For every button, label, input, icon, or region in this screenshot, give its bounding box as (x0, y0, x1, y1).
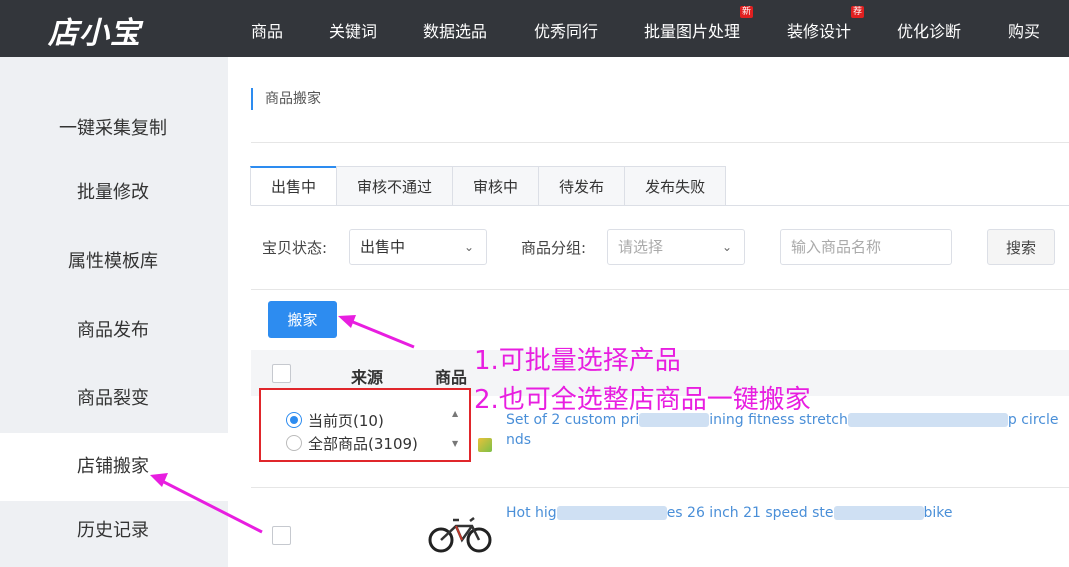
search-button[interactable]: 搜索 (987, 229, 1055, 265)
scroll-up-icon[interactable]: ▲ (452, 409, 458, 418)
sidebar-item-one-click-collect[interactable]: 一键采集复制 (0, 105, 228, 153)
group-select-placeholder: 请选择 (618, 238, 664, 256)
tab-pending-publish[interactable]: 待发布 (538, 166, 626, 206)
tab-under-review[interactable]: 审核中 (452, 166, 540, 206)
status-tabs: 出售中 审核不通过 审核中 待发布 发布失败 (250, 166, 727, 206)
breadcrumb: 商品搬家 (251, 88, 321, 110)
group-filter-label: 商品分组: (521, 239, 587, 257)
nav-item-keywords[interactable]: 关键词 (329, 18, 377, 42)
move-button[interactable]: 搬家 (268, 301, 337, 338)
brand-logo[interactable]: 店小宝 (48, 8, 141, 52)
status-select-value: 出售中 (360, 238, 406, 256)
option-current-page[interactable]: 当前页(10) (286, 410, 384, 431)
select-all-checkbox[interactable] (272, 364, 291, 383)
nav-item-products[interactable]: 商品 (251, 18, 283, 42)
product-title-continued[interactable]: nds (506, 430, 531, 450)
radio-selected-icon (286, 412, 302, 428)
divider (251, 142, 1069, 143)
column-header-product: 商品 (435, 368, 468, 387)
tab-on-sale[interactable]: 出售中 (250, 166, 338, 206)
nav-item-data-selection[interactable]: 数据选品 (423, 18, 487, 42)
product-name-input[interactable] (780, 229, 952, 265)
option-all-products[interactable]: 全部商品(3109) (286, 433, 418, 454)
group-select[interactable]: 请选择 ⌄ (607, 229, 745, 265)
top-nav-bar: 店小宝 商品 关键词 数据选品 优秀同行 批量图片处理新 装修设计荐 优化诊断 … (0, 0, 1069, 57)
divider (251, 205, 1069, 206)
column-header-source: 来源 (351, 368, 384, 387)
status-filter-label: 宝贝状态: (262, 239, 328, 257)
tab-publish-failed[interactable]: 发布失败 (624, 166, 727, 206)
nav-item-buy[interactable]: 购买 (1008, 18, 1040, 42)
sidebar-item-history[interactable]: 历史记录 (0, 507, 228, 555)
annotation-line-2: 2.也可全选整店商品一键搬家 (474, 385, 811, 415)
chevron-down-icon: ⌄ (463, 240, 474, 254)
sidebar: 一键采集复制 批量修改 属性模板库 商品发布 商品裂变 店铺搬家 历史记录 (0, 57, 228, 567)
divider (251, 289, 1069, 290)
nav-item-diagnosis[interactable]: 优化诊断 (897, 18, 961, 42)
row-checkbox[interactable] (272, 526, 291, 545)
bike-thumbnail[interactable] (426, 502, 494, 562)
sidebar-item-product-publish[interactable]: 商品发布 (0, 307, 228, 355)
new-badge: 新 (740, 6, 754, 18)
product-thumbnail[interactable] (478, 438, 492, 452)
nav-item-decoration[interactable]: 装修设计荐 (787, 6, 865, 42)
scroll-down-icon[interactable]: ▼ (452, 439, 458, 448)
nav-item-peers[interactable]: 优秀同行 (534, 18, 598, 42)
divider (251, 487, 1069, 488)
sidebar-item-batch-edit[interactable]: 批量修改 (0, 169, 228, 217)
chevron-down-icon: ⌄ (721, 240, 732, 254)
recommend-badge: 荐 (851, 6, 865, 18)
sidebar-item-attribute-templates[interactable]: 属性模板库 (0, 238, 228, 286)
annotation-line-1: 1.可批量选择产品 (474, 346, 681, 376)
sidebar-item-product-fission[interactable]: 商品裂变 (0, 375, 228, 423)
nav-item-batch-image[interactable]: 批量图片处理新 (644, 6, 754, 42)
tab-review-failed[interactable]: 审核不通过 (336, 166, 454, 206)
selection-dropdown: 当前页(10) 全部商品(3109) (259, 388, 471, 462)
product-title-link[interactable]: Hot hig es 26 inch 21 speed ste bike (506, 503, 953, 523)
sidebar-item-store-move[interactable]: 店铺搬家 (0, 433, 228, 501)
status-select[interactable]: 出售中 ⌄ (349, 229, 487, 265)
arrow-to-move-button-icon (338, 315, 415, 349)
radio-unselected-icon (286, 435, 302, 451)
